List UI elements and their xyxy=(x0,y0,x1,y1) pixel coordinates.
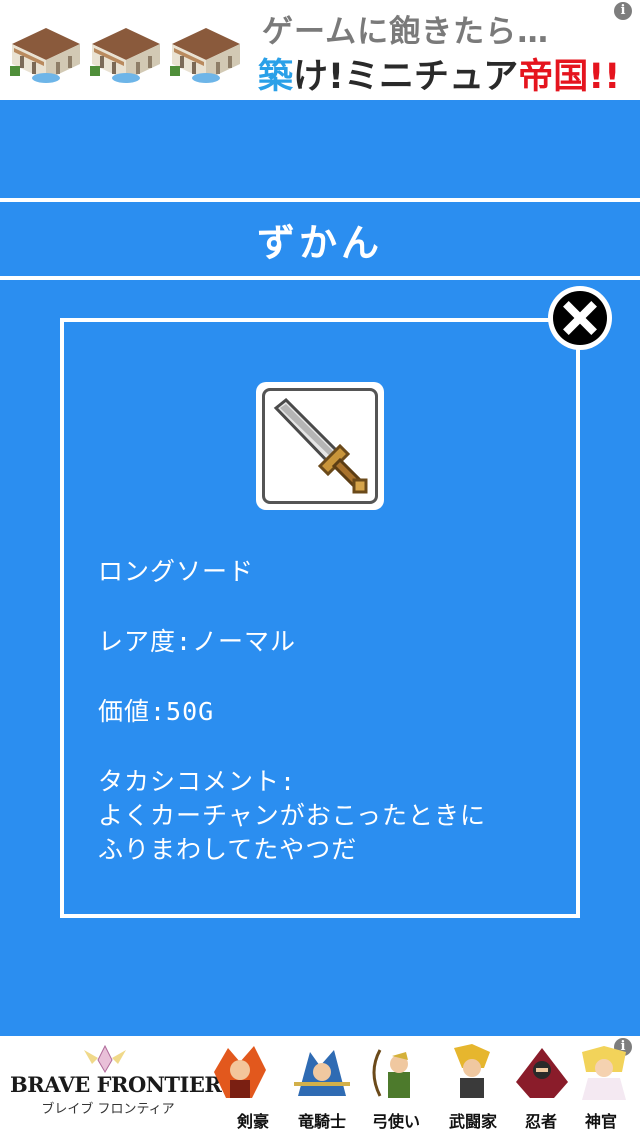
building-image xyxy=(10,28,80,83)
character-label: 剣豪 xyxy=(236,1112,269,1131)
item-comment-line: ふりまわしてたやつだ xyxy=(98,835,358,864)
ad-tagline-part: !! xyxy=(588,57,621,97)
ad-tagline-part: 帝国 xyxy=(518,57,589,97)
item-comment-label: タカシコメント: xyxy=(98,767,297,796)
brave-frontier-logo[interactable]: BRAVE FRONTIER ブレイブ フロンティア xyxy=(10,1072,222,1117)
item-price: 価値:50G xyxy=(98,697,215,726)
character-archer-image xyxy=(372,1049,410,1098)
item-rarity: レア度:ノーマル xyxy=(98,627,297,656)
item-image-frame xyxy=(256,382,384,510)
header-bar: ずかん xyxy=(0,198,640,280)
top-ad-banner[interactable]: ゲームに飽きたら… 築け!ミニチュア帝国!! i xyxy=(0,0,640,100)
building-image xyxy=(90,28,160,83)
character-swordmaster-image xyxy=(214,1046,266,1098)
ad-info-icon[interactable]: i xyxy=(614,2,632,20)
character-priest-image xyxy=(582,1046,626,1100)
ad-tagline: 築け!ミニチュア帝国!! xyxy=(258,48,620,99)
close-icon xyxy=(553,291,607,345)
sword-icon xyxy=(273,397,368,494)
character-label: 武闘家 xyxy=(448,1112,497,1131)
ad-tagline-part: け!ミニチュア xyxy=(293,57,519,97)
item-name: ロングソード xyxy=(98,557,255,586)
character-ninja-image xyxy=(516,1048,568,1098)
character-dragoon-image xyxy=(294,1050,350,1096)
page-title: ずかん xyxy=(256,220,383,265)
ad-tagline-part: 築 xyxy=(258,57,294,97)
character-martial-artist-image xyxy=(454,1044,490,1098)
item-comment-line: よくカーチャンがおこったときに xyxy=(98,801,487,830)
logo-title: BRAVE FRONTIER xyxy=(10,1072,222,1097)
character-label: 神官 xyxy=(584,1112,617,1131)
close-button[interactable] xyxy=(548,286,612,350)
character-label: 竜騎士 xyxy=(297,1112,346,1131)
logo-subtitle: ブレイブ フロンティア xyxy=(41,1102,175,1117)
ad-headline: ゲームに飽きたら… xyxy=(262,14,550,50)
crystal-emblem xyxy=(84,1044,126,1073)
building-image xyxy=(170,28,240,83)
character-label: 弓使い xyxy=(371,1112,420,1131)
